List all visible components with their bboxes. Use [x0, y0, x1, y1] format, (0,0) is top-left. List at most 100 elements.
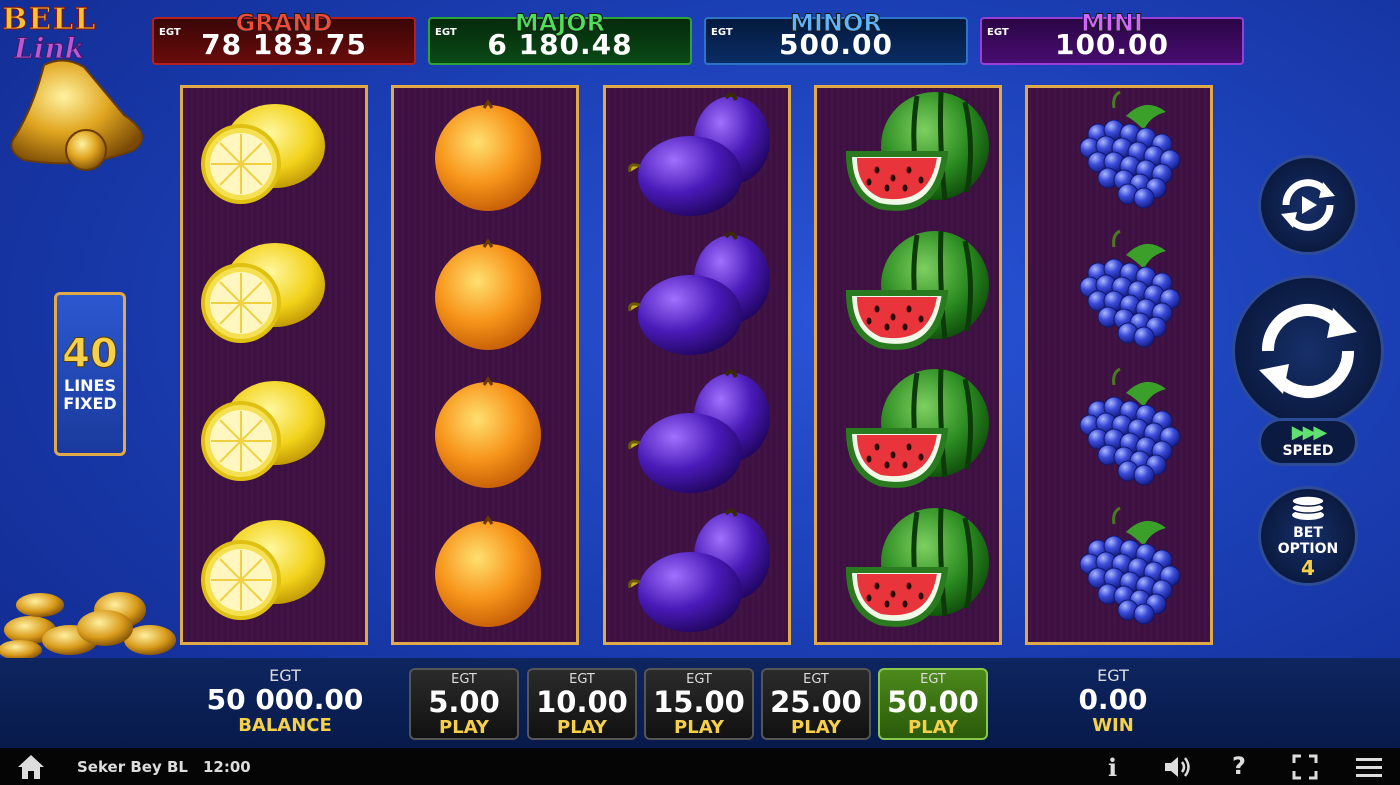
grapes-icon [1079, 506, 1181, 624]
lemon-icon [201, 519, 325, 620]
balance-display: EGT 50 000.00 BALANCE [200, 666, 370, 736]
menu-icon[interactable] [1354, 752, 1384, 782]
balance-value: 50 000.00 [206, 683, 364, 716]
fullscreen-icon[interactable] [1290, 752, 1320, 782]
bet-play-label: PLAY [908, 717, 958, 738]
spin-button[interactable] [1232, 275, 1384, 427]
watermelon-symbol [817, 227, 999, 365]
lemon-symbol [183, 365, 365, 503]
plum-icon [628, 369, 770, 493]
bet-value: 10.00 [536, 685, 628, 719]
spin-icon [1259, 304, 1357, 398]
coin-stack-icon [1291, 495, 1325, 520]
jackpot-value: 78 183.75 [201, 28, 367, 61]
autoplay-button[interactable] [1258, 155, 1358, 255]
grapes-icon [1079, 367, 1181, 486]
golden-bell-icon [10, 59, 143, 171]
plum-icon [628, 92, 770, 216]
watermelon-symbol [817, 88, 999, 226]
win-display: EGT 0.00 WIN [1040, 666, 1186, 736]
jackpot-minor: MINOR EGT 500.00 [704, 9, 968, 65]
reel-5 [1025, 85, 1213, 645]
gold-coins-pile-icon [0, 592, 176, 660]
bet-play-label: PLAY [439, 717, 489, 738]
jackpot-grand: GRAND EGT 78 183.75 [152, 9, 416, 65]
plum-icon [628, 508, 770, 632]
orange-symbol [394, 88, 576, 226]
orange-icon [435, 514, 541, 627]
bet-play-label: PLAY [791, 717, 841, 738]
win-value: 0.00 [1078, 683, 1148, 716]
status-bar: Seker Bey BL 12:00 i ? [0, 748, 1400, 785]
bet-value: 25.00 [770, 685, 862, 719]
watermelon-symbol [817, 365, 999, 503]
speed-button[interactable]: ▶▶▶ SPEED [1258, 418, 1358, 466]
lemon-symbol [183, 504, 365, 642]
bet-option-value: 4 [1301, 556, 1315, 580]
bet-value: 50.00 [887, 685, 979, 719]
lemon-symbol [183, 227, 365, 365]
jackpot-mini: MINI EGT 100.00 [980, 9, 1244, 65]
bet-value: 5.00 [428, 685, 500, 719]
speed-label: SPEED [1282, 443, 1334, 459]
bet-play-label: PLAY [674, 717, 724, 738]
balance-label: BALANCE [238, 715, 332, 736]
watermelon-icon [845, 368, 989, 488]
bet-button-4[interactable]: EGT 25.00 PLAY [761, 668, 871, 740]
orange-icon [435, 99, 541, 211]
orange-icon [435, 237, 541, 350]
bet-value: 15.00 [653, 685, 745, 719]
plum-icon [628, 231, 770, 355]
grapes-symbol [1028, 227, 1210, 365]
win-label: WIN [1092, 715, 1134, 736]
bet-button-3[interactable]: EGT 15.00 PLAY [644, 668, 754, 740]
lemon-symbol [183, 88, 365, 226]
plum-symbol [606, 504, 788, 642]
grapes-symbol [1028, 504, 1210, 642]
lines-label: LINES [64, 376, 116, 395]
lines-fixed-label: FIXED [63, 394, 117, 413]
lines-fixed-panel: 40 LINES FIXED [54, 292, 126, 456]
lines-count: 40 [62, 331, 119, 378]
jackpot-major: MAJOR EGT 6 180.48 [428, 9, 692, 65]
reel-1 [180, 85, 368, 645]
grapes-symbol [1028, 88, 1210, 226]
volume-icon[interactable] [1162, 752, 1192, 782]
reel-4 [814, 85, 1002, 645]
orange-symbol [394, 227, 576, 365]
watermelon-icon [845, 507, 989, 627]
bet-button-5[interactable]: EGT 50.00 PLAY [878, 668, 988, 740]
grapes-icon [1079, 90, 1181, 209]
clock-time: 12:00 [203, 758, 251, 776]
watermelon-symbol [817, 504, 999, 642]
watermelon-icon [845, 230, 989, 350]
game-logo: BELL Link [0, 0, 160, 180]
game-name: Seker Bey BL [77, 758, 188, 776]
bet-button-1[interactable]: EGT 5.00 PLAY [409, 668, 519, 740]
bet-option-label: BET [1293, 525, 1323, 541]
bet-button-2[interactable]: EGT 10.00 PLAY [527, 668, 637, 740]
jackpot-value: 6 180.48 [487, 28, 633, 61]
bet-option-button[interactable]: BET OPTION 4 [1258, 486, 1358, 586]
grapes-symbol [1028, 365, 1210, 503]
lemon-icon [201, 242, 325, 343]
reel-2 [391, 85, 579, 645]
fast-forward-icon: ▶▶▶ [1291, 422, 1328, 443]
reel-3 [603, 85, 791, 645]
orange-symbol [394, 365, 576, 503]
bet-option-label-2: OPTION [1277, 541, 1339, 557]
orange-symbol [394, 504, 576, 642]
plum-symbol [606, 88, 788, 226]
plum-symbol [606, 365, 788, 503]
watermelon-icon [845, 91, 989, 211]
home-icon[interactable] [16, 752, 46, 782]
lemon-icon [201, 104, 325, 204]
grapes-icon [1079, 229, 1181, 347]
autoplay-icon [1281, 179, 1335, 231]
info-icon[interactable]: i [1108, 753, 1117, 782]
jackpot-value: 500.00 [778, 28, 894, 61]
jackpot-value: 100.00 [1054, 28, 1170, 61]
help-icon[interactable]: ? [1232, 752, 1246, 780]
lemon-icon [201, 381, 325, 481]
plum-symbol [606, 227, 788, 365]
